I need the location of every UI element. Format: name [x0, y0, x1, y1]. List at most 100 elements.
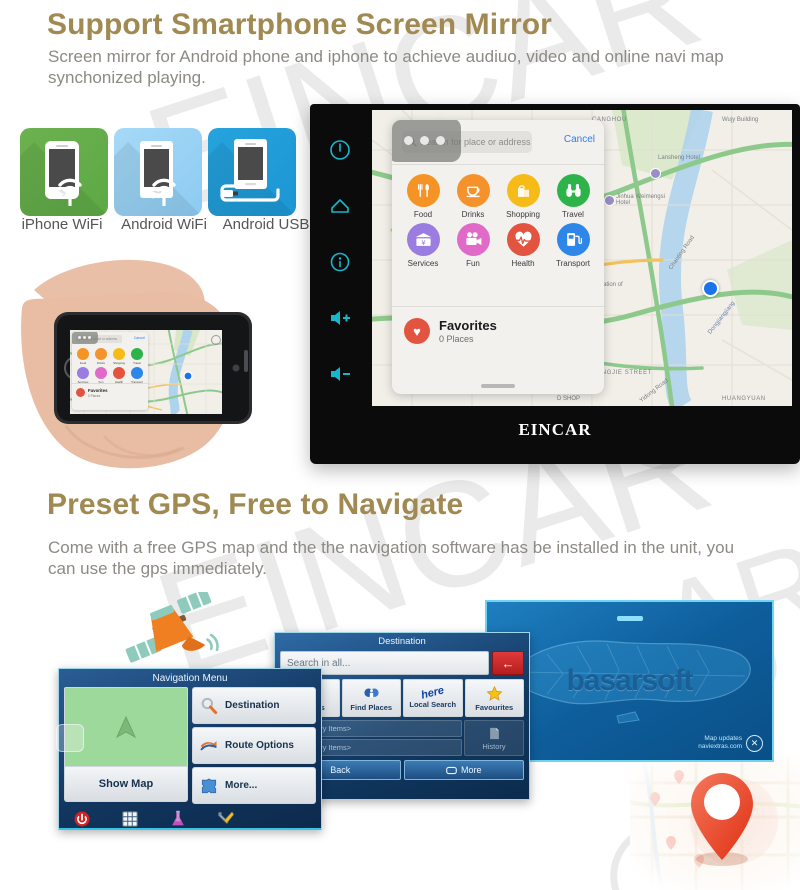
menu-item-label: Route Options — [225, 740, 294, 751]
destination-cell-find-places[interactable]: Find Places — [341, 679, 401, 717]
head-unit-brand-logo: EINCAR — [518, 420, 592, 439]
places-icon — [364, 688, 379, 697]
promo-page: EINCAR ® EINCAR ® EINCAR ® Support Smart… — [0, 0, 800, 890]
dot — [403, 135, 413, 145]
close-icon[interactable]: ✕ — [746, 735, 763, 752]
map-label: Jinhua Weimengsi Hotel — [616, 194, 665, 206]
phone-category[interactable]: Transport — [128, 367, 146, 384]
menu-item-label: More... — [225, 780, 258, 791]
hand-holding-phone: Search for place or address Cancel Food … — [8, 250, 288, 480]
cup-icon — [456, 174, 490, 207]
category-label: Transport — [556, 259, 590, 268]
star-icon — [486, 685, 503, 701]
category-services[interactable]: ¥ Services — [398, 223, 448, 268]
menu-item-destination[interactable]: Destination — [192, 687, 316, 724]
power-icon[interactable] — [328, 138, 352, 162]
map-label: Lansheng Hotel — [658, 155, 701, 161]
history-button[interactable]: History — [464, 720, 524, 756]
category-health[interactable]: Health — [498, 223, 548, 268]
category-fun[interactable]: Fun — [448, 223, 498, 268]
phone-category[interactable]: Shopping — [110, 348, 128, 365]
puzzle-icon — [201, 778, 217, 793]
tile-android-usb[interactable] — [208, 128, 296, 216]
more-button-label: More — [460, 765, 482, 775]
dot — [77, 336, 81, 339]
menu-item-route-options[interactable]: Route Options — [192, 727, 316, 764]
back-button-label: Back — [330, 765, 351, 775]
sheet-grabber[interactable] — [481, 384, 515, 388]
category-label: Health — [511, 259, 535, 268]
category-label: Services — [407, 259, 439, 268]
fuel-pump-icon — [556, 223, 590, 256]
navigation-menu-title: Navigation Menu — [152, 673, 228, 684]
maps-search-sheet[interactable]: Search for place or address Cancel Food … — [392, 120, 604, 394]
phone-category-label: Food — [79, 361, 87, 365]
car-head-unit: CANGHOU Lansheng Hotel Jinhua Weimengsi … — [310, 104, 800, 464]
favorites-row[interactable]: ♥ Favorites 0 Places — [392, 306, 604, 380]
power-icon[interactable] — [73, 810, 91, 828]
map-poi-pin[interactable] — [650, 168, 661, 179]
destination-cell-label: Favourites — [475, 702, 514, 712]
mode-icon[interactable] — [328, 250, 352, 274]
menu-item-more[interactable]: More... — [192, 767, 316, 804]
phone-screen[interactable]: Search for place or address Cancel Food … — [70, 330, 222, 414]
destination-cell-local-search[interactable]: here Local Search — [403, 679, 463, 717]
phone-mirror-dots[interactable] — [72, 332, 98, 344]
tile-label-iphone-wifi: iPhone WiFi — [21, 216, 103, 233]
phone-maps-sheet[interactable]: Search for place or address Cancel Food … — [72, 332, 148, 410]
tile-android-wifi[interactable] — [114, 128, 202, 216]
svg-text:¥: ¥ — [421, 238, 426, 247]
category-drinks[interactable]: Drinks — [448, 174, 498, 219]
flask-icon[interactable] — [169, 810, 187, 828]
section1-title: Support Smartphone Screen Mirror — [47, 8, 552, 41]
category-shopping[interactable]: Shopping — [498, 174, 548, 219]
map-updates-line2: naviextras.com — [698, 742, 742, 750]
navigation-menu-items: Destination Route Options More... — [192, 687, 316, 804]
phone-category[interactable]: Food — [74, 348, 92, 365]
phone-category[interactable]: Fun — [92, 367, 110, 384]
map-thumbnail[interactable] — [56, 687, 188, 767]
menu-item-label: Destination — [225, 700, 280, 711]
home-icon[interactable] — [328, 194, 352, 218]
head-unit-button-bar — [310, 104, 372, 464]
category-transport[interactable]: Transport — [548, 223, 598, 268]
more-button[interactable]: More — [403, 760, 524, 780]
phone-category-label: Shopping — [113, 361, 125, 365]
phone-cancel-button[interactable]: Cancel — [134, 336, 145, 340]
cancel-button[interactable]: Cancel — [564, 134, 595, 145]
map-poi-pin[interactable] — [604, 195, 615, 206]
dot — [82, 336, 86, 339]
phone-category[interactable]: Services — [74, 367, 92, 384]
tile-iphone-wifi[interactable] — [20, 128, 108, 216]
phone-category-label: Travel — [133, 361, 141, 365]
bank-yen-icon: ¥ — [406, 223, 440, 256]
mirror-control-dots[interactable] — [392, 120, 461, 162]
phone-category[interactable]: Drinks — [92, 348, 110, 365]
phone-favorites-row[interactable]: Favorites 0 Places — [72, 383, 148, 405]
volume-down-icon[interactable] — [328, 362, 352, 386]
heart-pulse-icon — [506, 223, 540, 256]
sheet-search-row: Search for place or address Cancel — [392, 120, 604, 165]
destination-cell-label: Local Search — [409, 700, 457, 709]
category-food[interactable]: Food — [398, 174, 448, 219]
phone-category[interactable]: Travel — [128, 348, 146, 365]
category-grid: Food Drinks Shopping Travel ¥ Services F… — [392, 164, 604, 276]
show-map-button[interactable]: Show Map — [64, 767, 188, 802]
category-label: Travel — [562, 210, 584, 219]
navigation-arrow-icon — [116, 716, 136, 738]
phone-category[interactable]: Health — [110, 367, 128, 384]
phone-wifi-icon — [140, 141, 176, 206]
destination-title: Destination — [378, 636, 426, 647]
tools-icon[interactable] — [217, 810, 235, 828]
navigation-map-preview[interactable]: Show Map — [56, 687, 188, 804]
category-label: Shopping — [506, 210, 540, 219]
phone-wifi-icon — [45, 141, 82, 206]
volume-up-icon[interactable] — [328, 306, 352, 330]
back-arrow-button[interactable]: ← — [492, 651, 524, 675]
shopping-bag-icon — [506, 174, 540, 207]
destination-cell-favourites[interactable]: Favourites — [464, 679, 524, 717]
tile-label-android-wifi: Android WiFi — [121, 216, 207, 233]
category-travel[interactable]: Travel — [548, 174, 598, 219]
head-unit-screen[interactable]: CANGHOU Lansheng Hotel Jinhua Weimengsi … — [372, 110, 792, 406]
map-grid-icon[interactable] — [121, 810, 139, 828]
